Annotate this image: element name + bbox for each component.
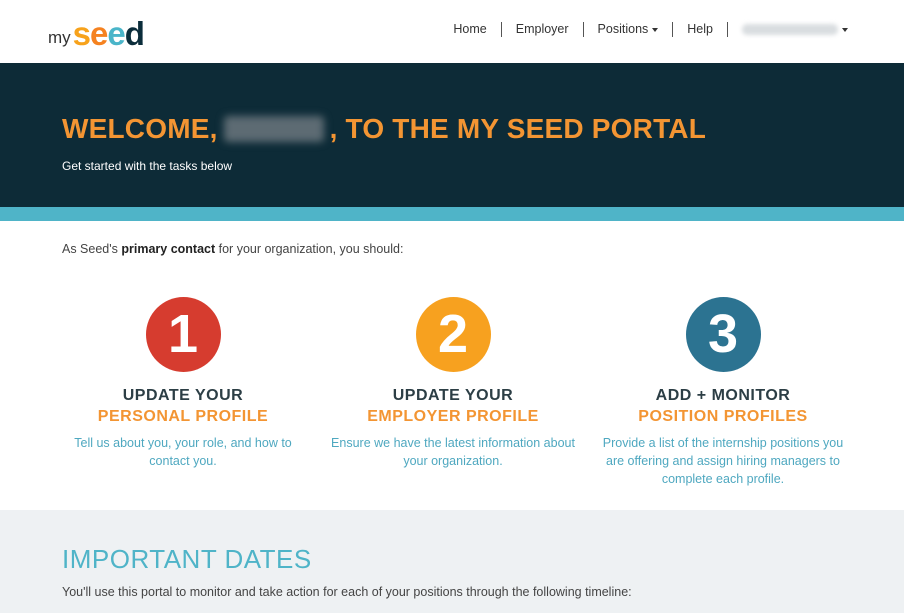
caret-down-icon — [652, 27, 659, 32]
step-heading: UPDATE YOUR — [122, 387, 244, 404]
welcome-hero: WELCOME, , TO THE MY SEED PORTAL Get sta… — [0, 63, 904, 207]
hero-accent-stripe — [0, 207, 904, 221]
step-description: Ensure we have the latest information ab… — [331, 436, 575, 468]
welcome-title: WELCOME, , TO THE MY SEED PORTAL — [62, 113, 706, 145]
step-number-badge: 1 — [145, 297, 221, 372]
important-dates-title: IMPORTANT DATES — [62, 544, 312, 574]
nav-employer[interactable]: Employer — [502, 22, 584, 37]
step-subheading[interactable]: POSITION PROFILES — [588, 408, 858, 426]
welcome-title-suffix: , TO THE MY SEED PORTAL — [329, 113, 707, 144]
step-number-badge: 2 — [415, 297, 491, 372]
step-description: Tell us about you, your role, and how to… — [74, 436, 292, 468]
caret-down-icon — [842, 27, 848, 32]
account-name-redacted — [742, 24, 838, 36]
main-nav: Home Employer Positions Help — [439, 22, 848, 37]
nav-home[interactable]: Home — [439, 22, 502, 37]
important-dates-section: IMPORTANT DATES You'll use this portal t… — [0, 510, 904, 613]
step-card-3[interactable]: 3 ADD + MONITOR POSITION PROFILES Provid… — [588, 297, 858, 488]
step-subheading[interactable]: PERSONAL PROFILE — [48, 408, 318, 426]
user-name-redacted — [223, 116, 324, 142]
nav-positions-label: Positions — [597, 22, 649, 36]
nav-account-dropdown[interactable] — [728, 22, 848, 37]
logo-seed-text: seed — [72, 15, 145, 52]
step-subheading[interactable]: EMPLOYER PROFILE — [318, 408, 588, 426]
nav-help[interactable]: Help — [673, 22, 728, 37]
welcome-subtitle: Get started with the tasks below — [62, 159, 233, 173]
step-heading: UPDATE YOUR — [392, 387, 514, 404]
step-card-2[interactable]: 2 UPDATE YOUR EMPLOYER PROFILE Ensure we… — [318, 297, 588, 470]
step-heading: ADD + MONITOR — [655, 387, 791, 404]
top-navbar: my seed Home Employer Positions Help — [0, 0, 904, 63]
important-dates-text: You'll use this portal to monitor and ta… — [62, 585, 632, 599]
intro-text: As Seed's primary contact for your organ… — [62, 242, 404, 256]
welcome-title-prefix: WELCOME, — [62, 113, 218, 144]
step-description: Provide a list of the internship positio… — [602, 436, 844, 486]
nav-positions-dropdown[interactable]: Positions — [584, 22, 674, 37]
logo-my-text: my — [48, 28, 71, 47]
intro-bold: primary contact — [121, 242, 216, 256]
myseed-logo[interactable]: my seed — [48, 14, 145, 52]
step-number-badge: 3 — [685, 297, 761, 372]
step-card-1[interactable]: 1 UPDATE YOUR PERSONAL PROFILE Tell us a… — [48, 297, 318, 470]
